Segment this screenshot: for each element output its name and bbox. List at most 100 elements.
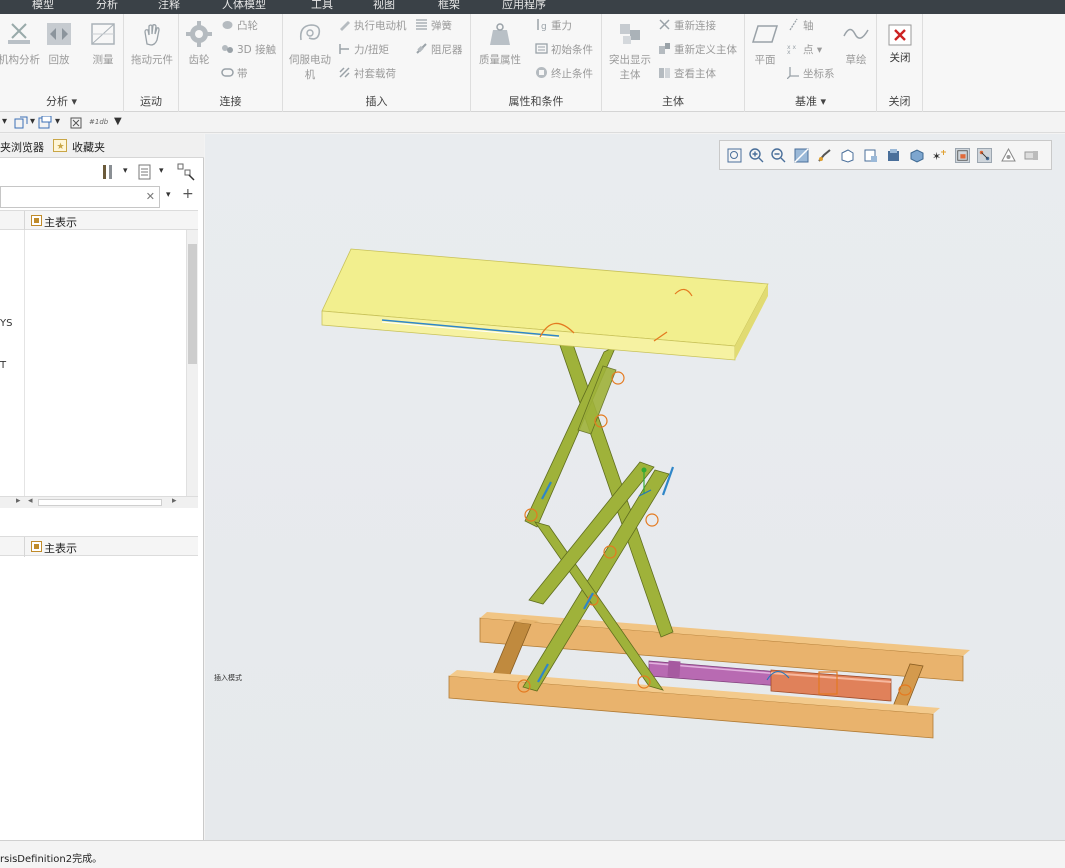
drag-components-button[interactable]: 拖动元件: [128, 20, 176, 67]
mechanism-analysis-button[interactable]: 机构分析: [0, 20, 40, 67]
group-body: 突出显示 主体 重新连接 重新定义主体 查看主体 主体: [602, 14, 745, 112]
group-properties: 质量属性 g 重力 初始条件 终止条件 属性和条件: [471, 14, 602, 112]
regenerate-icon[interactable]: [14, 116, 28, 130]
tab-view[interactable]: 视图: [373, 0, 395, 12]
model-tree-panel: 夹浏览器 ★ 收藏夹 ▾ ▾ ✕ ▾ + 主表示 YS T ▸ ◂ ▸ 主表示: [0, 134, 204, 840]
tree-item-fragment-2[interactable]: T: [0, 360, 6, 371]
favorites-icon: ★: [53, 139, 67, 152]
column-header-bottom[interactable]: 主表示: [0, 536, 198, 557]
representation-icon-2: [31, 541, 42, 552]
tree-item-fragment[interactable]: YS: [0, 318, 12, 329]
sketch-icon: [843, 28, 869, 39]
highlight-body-button[interactable]: 突出显示 主体: [604, 20, 656, 82]
playback-button[interactable]: 回放: [44, 20, 74, 67]
tab-analysis[interactable]: 分析: [96, 0, 118, 12]
damper-button[interactable]: 阻尼器: [415, 42, 463, 58]
view-body-button[interactable]: 查看主体: [658, 66, 716, 82]
column-header-top[interactable]: 主表示: [0, 210, 198, 231]
point-button[interactable]: x xx点 ▾: [787, 42, 822, 58]
belt-icon: [221, 68, 234, 77]
app-window: 模型 分析 注释 人体模型 工具 视图 框架 应用程序 机构分析 回放 测量 分…: [0, 0, 1065, 868]
initial-condition-button[interactable]: 初始条件: [535, 42, 593, 58]
graphics-window[interactable]: ✶ 插入模式: [205, 134, 1065, 840]
navigator-tabs: 夹浏览器 ★ 收藏夹: [0, 134, 204, 158]
damper-icon: [416, 43, 427, 54]
tree-vertical-scrollbar[interactable]: [186, 230, 198, 496]
redefine-body-button[interactable]: 重新定义主体: [658, 42, 737, 58]
top-platform[interactable]: [321, 248, 769, 361]
customize-qat-icon[interactable]: ▼: [114, 116, 122, 127]
redefine-body-icon: [659, 43, 670, 54]
playback-icon: [47, 23, 71, 45]
add-icon[interactable]: +: [182, 186, 194, 202]
force-torque-button[interactable]: 力/扭矩: [338, 42, 389, 58]
group-motion: 拖动元件 运动: [124, 14, 179, 112]
show-dropdown-icon[interactable]: ▾: [159, 166, 164, 176]
spring-icon: [416, 19, 427, 30]
tab-favorites[interactable]: 收藏夹: [72, 139, 105, 155]
search-dropdown-icon[interactable]: ▾: [166, 190, 171, 200]
dropdown-arrow-icon[interactable]: ▾: [2, 116, 7, 127]
tab-framework[interactable]: 框架: [438, 0, 460, 12]
settings-dropdown-icon[interactable]: ▾: [123, 166, 128, 176]
search-input[interactable]: ✕: [0, 186, 160, 208]
view-body-icon: [659, 68, 670, 78]
settings-tools-icon[interactable]: [100, 164, 116, 180]
cam-icon: [222, 21, 233, 29]
tree-scroll-thumb[interactable]: [188, 244, 197, 364]
spring-button[interactable]: 弹簧: [415, 18, 452, 34]
csys-button[interactable]: 坐标系: [787, 66, 835, 82]
termination-condition-button[interactable]: 终止条件: [535, 66, 593, 82]
group-datum-label[interactable]: 基准 ▾: [745, 93, 876, 109]
gravity-button[interactable]: g 重力: [535, 18, 572, 34]
tab-manikin[interactable]: 人体模型: [222, 0, 266, 12]
tab-browser[interactable]: 夹浏览器: [0, 139, 44, 155]
show-options-icon[interactable]: [138, 164, 152, 180]
close-window-icon[interactable]: [70, 117, 82, 129]
group-close: 关闭 关闭: [877, 14, 923, 112]
group-analysis-label[interactable]: 分析 ▾: [0, 93, 123, 109]
dropdown-arrow-icon-3[interactable]: ▾: [55, 116, 60, 127]
measure-button[interactable]: 测量: [86, 20, 120, 67]
contact-3d-button[interactable]: 3D 接触: [221, 42, 276, 58]
quick-access-toolbar: ▾ ▾ ▾ #1db ▼: [0, 113, 1065, 133]
group-properties-label: 属性和条件: [508, 95, 564, 108]
axis-icon: [789, 18, 798, 31]
actuator-motor-icon: [340, 21, 350, 31]
actuator-motor-button[interactable]: 执行电动机: [338, 18, 407, 34]
servo-motor-button[interactable]: 伺服电动 机: [287, 20, 333, 82]
tab-applications[interactable]: 应用程序: [502, 0, 546, 12]
bushing-load-icon: [339, 67, 350, 78]
gear-button[interactable]: 齿轮: [183, 20, 215, 67]
model-viewport[interactable]: [205, 134, 1065, 840]
clear-search-icon[interactable]: ✕: [146, 190, 155, 203]
dropdown-arrow-icon-2[interactable]: ▾: [30, 116, 35, 127]
tab-tools[interactable]: 工具: [311, 0, 333, 12]
tree-filter-icon[interactable]: [177, 163, 195, 181]
force-torque-icon: [339, 44, 349, 54]
group-motion-label: 运动: [140, 95, 162, 108]
bushing-load-button[interactable]: 衬套载荷: [338, 66, 396, 82]
mode-label: 插入模式: [214, 674, 242, 682]
window-icon[interactable]: [38, 116, 52, 130]
belt-button[interactable]: 带: [221, 66, 248, 82]
cam-button[interactable]: 凸轮: [221, 18, 258, 34]
tab-model[interactable]: 模型: [32, 0, 54, 12]
axis-button[interactable]: 轴: [787, 18, 814, 34]
svg-text:g: g: [541, 22, 547, 31]
group-close-label: 关闭: [888, 95, 911, 108]
sketch-button[interactable]: 草绘: [841, 20, 871, 67]
close-button[interactable]: 关闭: [883, 24, 917, 65]
servo-motor-icon: [299, 24, 321, 41]
qat-label: #1db: [89, 118, 109, 126]
tab-annotate[interactable]: 注释: [158, 0, 180, 12]
plane-button[interactable]: 平面: [749, 20, 781, 67]
reconnect-icon: [659, 19, 670, 30]
close-icon: [888, 24, 912, 46]
status-message: rsisDefinition2完成。: [0, 854, 103, 865]
tree-horizontal-scrollbar[interactable]: ▸ ◂ ▸: [0, 496, 198, 508]
mass-properties-button[interactable]: 质量属性: [475, 20, 525, 67]
contact-3d-icon: [222, 45, 233, 53]
termination-condition-icon: [536, 67, 547, 78]
reconnect-button[interactable]: 重新连接: [658, 18, 716, 34]
